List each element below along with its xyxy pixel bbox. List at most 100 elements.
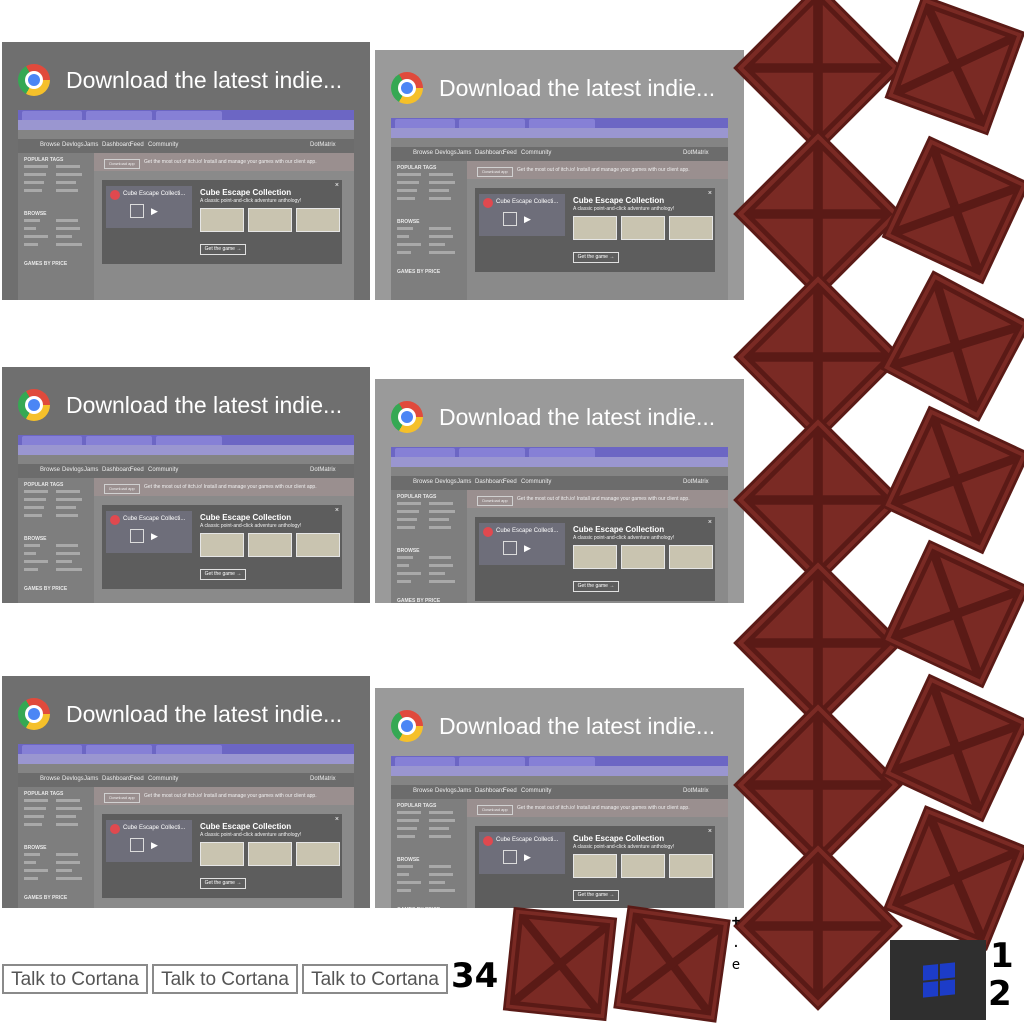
video-thumb: Cube Escape Collecti... ▶ bbox=[479, 523, 565, 565]
video-channel-icon bbox=[483, 198, 493, 208]
play-icon: ▶ bbox=[151, 206, 158, 216]
browser-tab bbox=[86, 111, 152, 120]
game-popup: Cube Escape Collecti... ▶ Cube Escape Co… bbox=[475, 188, 715, 272]
tab-strip bbox=[18, 110, 354, 120]
screenshot-thumb bbox=[621, 545, 665, 569]
address-bar bbox=[391, 766, 728, 776]
crate bbox=[613, 905, 731, 1023]
game-popup: Cube Escape Collecti... ▶ Cube Escape Co… bbox=[102, 814, 342, 898]
crate bbox=[502, 906, 618, 1022]
get-game-button: Get the game → bbox=[200, 244, 246, 255]
get-game-button: Get the game → bbox=[573, 581, 619, 592]
cube-icon bbox=[503, 850, 517, 864]
notification-header: Download the latest indie... bbox=[2, 42, 370, 110]
popup-subtitle: A classic point-and-click adventure anth… bbox=[200, 832, 302, 838]
play-icon: ▶ bbox=[151, 840, 158, 850]
popup-title: Cube Escape Collection bbox=[200, 822, 292, 831]
notification-card[interactable]: Download the latest indie... Browse Devl… bbox=[2, 367, 370, 603]
notification-card[interactable]: Download the latest indie... Browse Devl… bbox=[375, 50, 744, 300]
mark-plus: + bbox=[731, 913, 741, 929]
browser-tab bbox=[86, 745, 152, 754]
download-app-button: Download app bbox=[477, 167, 513, 177]
nav-item: Feed bbox=[503, 479, 517, 485]
popup-subtitle: A classic point-and-click adventure anth… bbox=[200, 523, 302, 529]
browser-tab bbox=[22, 745, 82, 754]
preview-sidebar: POPULAR TAGS BROWSE GAMES BY PRICE bbox=[391, 161, 467, 300]
nav-user: DotMatrix bbox=[683, 150, 709, 156]
game-popup: Cube Escape Collecti... ▶ Cube Escape Co… bbox=[102, 180, 342, 264]
game-popup: Cube Escape Collecti... ▶ Cube Escape Co… bbox=[102, 505, 342, 589]
address-bar bbox=[18, 754, 354, 764]
nav-item: Dashboard bbox=[102, 142, 132, 148]
screenshot-thumb bbox=[573, 854, 617, 878]
nav-item: Browse bbox=[40, 467, 61, 473]
popup-subtitle: A classic point-and-click adventure anth… bbox=[200, 198, 302, 204]
popup-subtitle: A classic point-and-click adventure anth… bbox=[573, 535, 675, 541]
counter-bottom: 2 bbox=[988, 974, 1012, 1014]
game-popup: Cube Escape Collecti... ▶ Cube Escape Co… bbox=[475, 517, 715, 601]
tab-strip bbox=[18, 435, 354, 445]
notification-title: Download the latest indie... bbox=[66, 701, 343, 727]
crate-graphic bbox=[733, 841, 903, 1011]
nav-item: Devlogs bbox=[435, 788, 457, 794]
sidebar-heading: BROWSE bbox=[397, 219, 420, 225]
get-game-button: Get the game → bbox=[573, 890, 619, 901]
crate-graphic bbox=[613, 905, 731, 1023]
video-thumb: Cube Escape Collecti... ▶ bbox=[106, 511, 192, 553]
video-thumb: Cube Escape Collecti... ▶ bbox=[106, 820, 192, 862]
nav-user: DotMatrix bbox=[683, 479, 709, 485]
notification-card[interactable]: Download the latest indie... Browse Devl… bbox=[2, 676, 370, 908]
browser-tab bbox=[529, 119, 595, 128]
page-preview: Browse Devlogs Jams Dashboard Feed Commu… bbox=[391, 447, 728, 603]
crate bbox=[881, 405, 1024, 555]
page-preview: Browse Devlogs Jams Dashboard Feed Commu… bbox=[18, 435, 354, 603]
nav-user: DotMatrix bbox=[310, 467, 336, 473]
browser-tab bbox=[22, 436, 82, 445]
preview-sidebar: POPULAR TAGS BROWSE GAMES BY PRICE bbox=[18, 478, 94, 603]
nav-item: Dashboard bbox=[102, 467, 132, 473]
talk-to-cortana-button[interactable]: Talk to Cortana bbox=[302, 964, 448, 994]
browser-tab bbox=[459, 448, 525, 457]
close-icon: × bbox=[334, 507, 339, 514]
nav-item: Devlogs bbox=[62, 467, 84, 473]
crate-graphic bbox=[881, 405, 1024, 555]
play-icon: ▶ bbox=[151, 531, 158, 541]
sidebar-heading: POPULAR TAGS bbox=[24, 482, 64, 488]
crate-graphic bbox=[502, 906, 618, 1022]
talk-to-cortana-button[interactable]: Talk to Cortana bbox=[152, 964, 298, 994]
sidebar-heading: POPULAR TAGS bbox=[397, 165, 437, 171]
chrome-icon bbox=[391, 401, 423, 433]
counter-left: 34 bbox=[451, 956, 499, 996]
download-app-button: Download app bbox=[104, 484, 140, 494]
browser-tab bbox=[529, 448, 595, 457]
site-nav: Browse Devlogs Jams Dashboard Feed Commu… bbox=[391, 785, 728, 799]
talk-to-cortana-button[interactable]: Talk to Cortana bbox=[2, 964, 148, 994]
notification-card[interactable]: Download the latest indie... Browse Devl… bbox=[375, 688, 744, 908]
notification-card[interactable]: Download the latest indie... Browse Devl… bbox=[375, 379, 744, 603]
popup-title: Cube Escape Collection bbox=[573, 196, 665, 205]
get-game-button: Get the game → bbox=[200, 878, 246, 889]
sidebar-heading: POPULAR TAGS bbox=[397, 803, 437, 809]
video-thumb: Cube Escape Collecti... ▶ bbox=[106, 186, 192, 228]
nav-item: Dashboard bbox=[475, 150, 505, 156]
notification-title: Download the latest indie... bbox=[439, 404, 716, 430]
popup-subtitle: A classic point-and-click adventure anth… bbox=[573, 206, 675, 212]
cube-icon bbox=[503, 541, 517, 555]
browser-tab bbox=[86, 436, 152, 445]
nav-item: Feed bbox=[503, 788, 517, 794]
browser-tab bbox=[156, 745, 222, 754]
nav-item: Jams bbox=[84, 142, 99, 148]
notification-title: Download the latest indie... bbox=[66, 392, 343, 418]
bookmarks-bar bbox=[391, 138, 728, 147]
start-button[interactable] bbox=[890, 940, 986, 1020]
browser-tab bbox=[22, 111, 82, 120]
notification-card[interactable]: Download the latest indie... Browse Devl… bbox=[2, 42, 370, 300]
crate bbox=[880, 270, 1024, 422]
mark-e: e bbox=[731, 957, 741, 973]
address-bar bbox=[391, 457, 728, 467]
crate-graphic bbox=[881, 673, 1024, 823]
cube-icon bbox=[130, 529, 144, 543]
banner-text: Get the most out of itch.io! Install and… bbox=[144, 793, 317, 799]
site-nav: Browse Devlogs Jams Dashboard Feed Commu… bbox=[18, 773, 354, 787]
close-icon: × bbox=[334, 816, 339, 823]
